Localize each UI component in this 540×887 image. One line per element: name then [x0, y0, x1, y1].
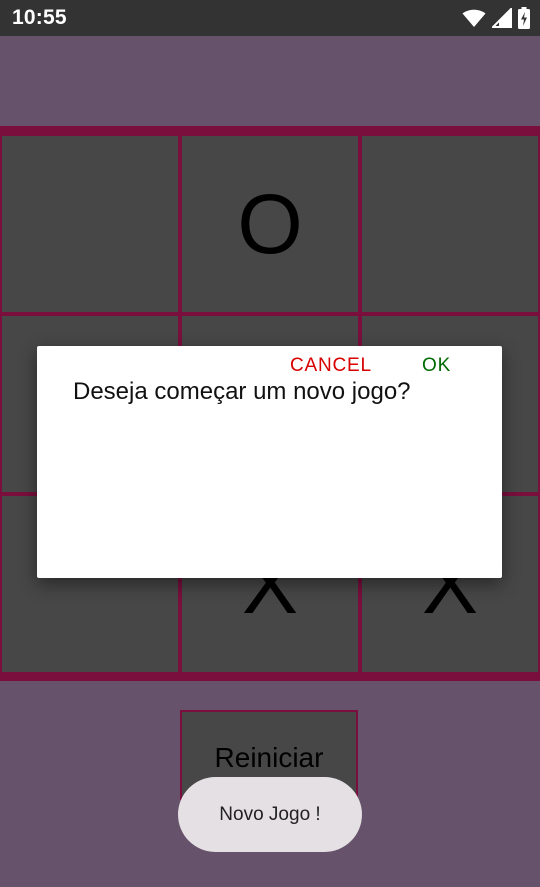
- toast-message: Novo Jogo !: [178, 777, 362, 852]
- new-game-dialog: Deseja começar um novo jogo? CANCEL OK: [37, 346, 502, 578]
- cancel-button[interactable]: CANCEL: [290, 346, 372, 386]
- app-screen: 10:55 O X X Reiniciar Deseja começar um …: [0, 0, 540, 887]
- ok-button[interactable]: OK: [422, 346, 451, 386]
